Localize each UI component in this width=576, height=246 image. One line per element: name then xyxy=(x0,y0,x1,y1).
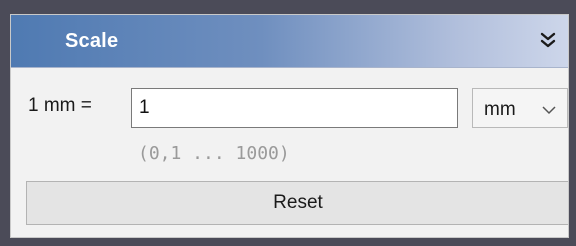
panel-title: Scale xyxy=(65,30,119,52)
collapse-button[interactable] xyxy=(535,27,561,53)
scale-panel: Scale 1 mm = mm (0,1 ... 1000) Reset xyxy=(10,14,569,238)
unit-select[interactable]: mm xyxy=(472,88,568,128)
range-hint: (0,1 ... 1000) xyxy=(138,143,290,164)
scale-label: 1 mm = xyxy=(28,95,92,116)
chevron-down-icon xyxy=(541,103,557,121)
panel-header[interactable]: Scale xyxy=(11,15,568,68)
unit-select-value: mm xyxy=(484,99,516,120)
scale-value-input[interactable] xyxy=(131,88,458,128)
double-chevron-down-icon xyxy=(535,27,561,53)
reset-button[interactable]: Reset xyxy=(26,181,568,225)
